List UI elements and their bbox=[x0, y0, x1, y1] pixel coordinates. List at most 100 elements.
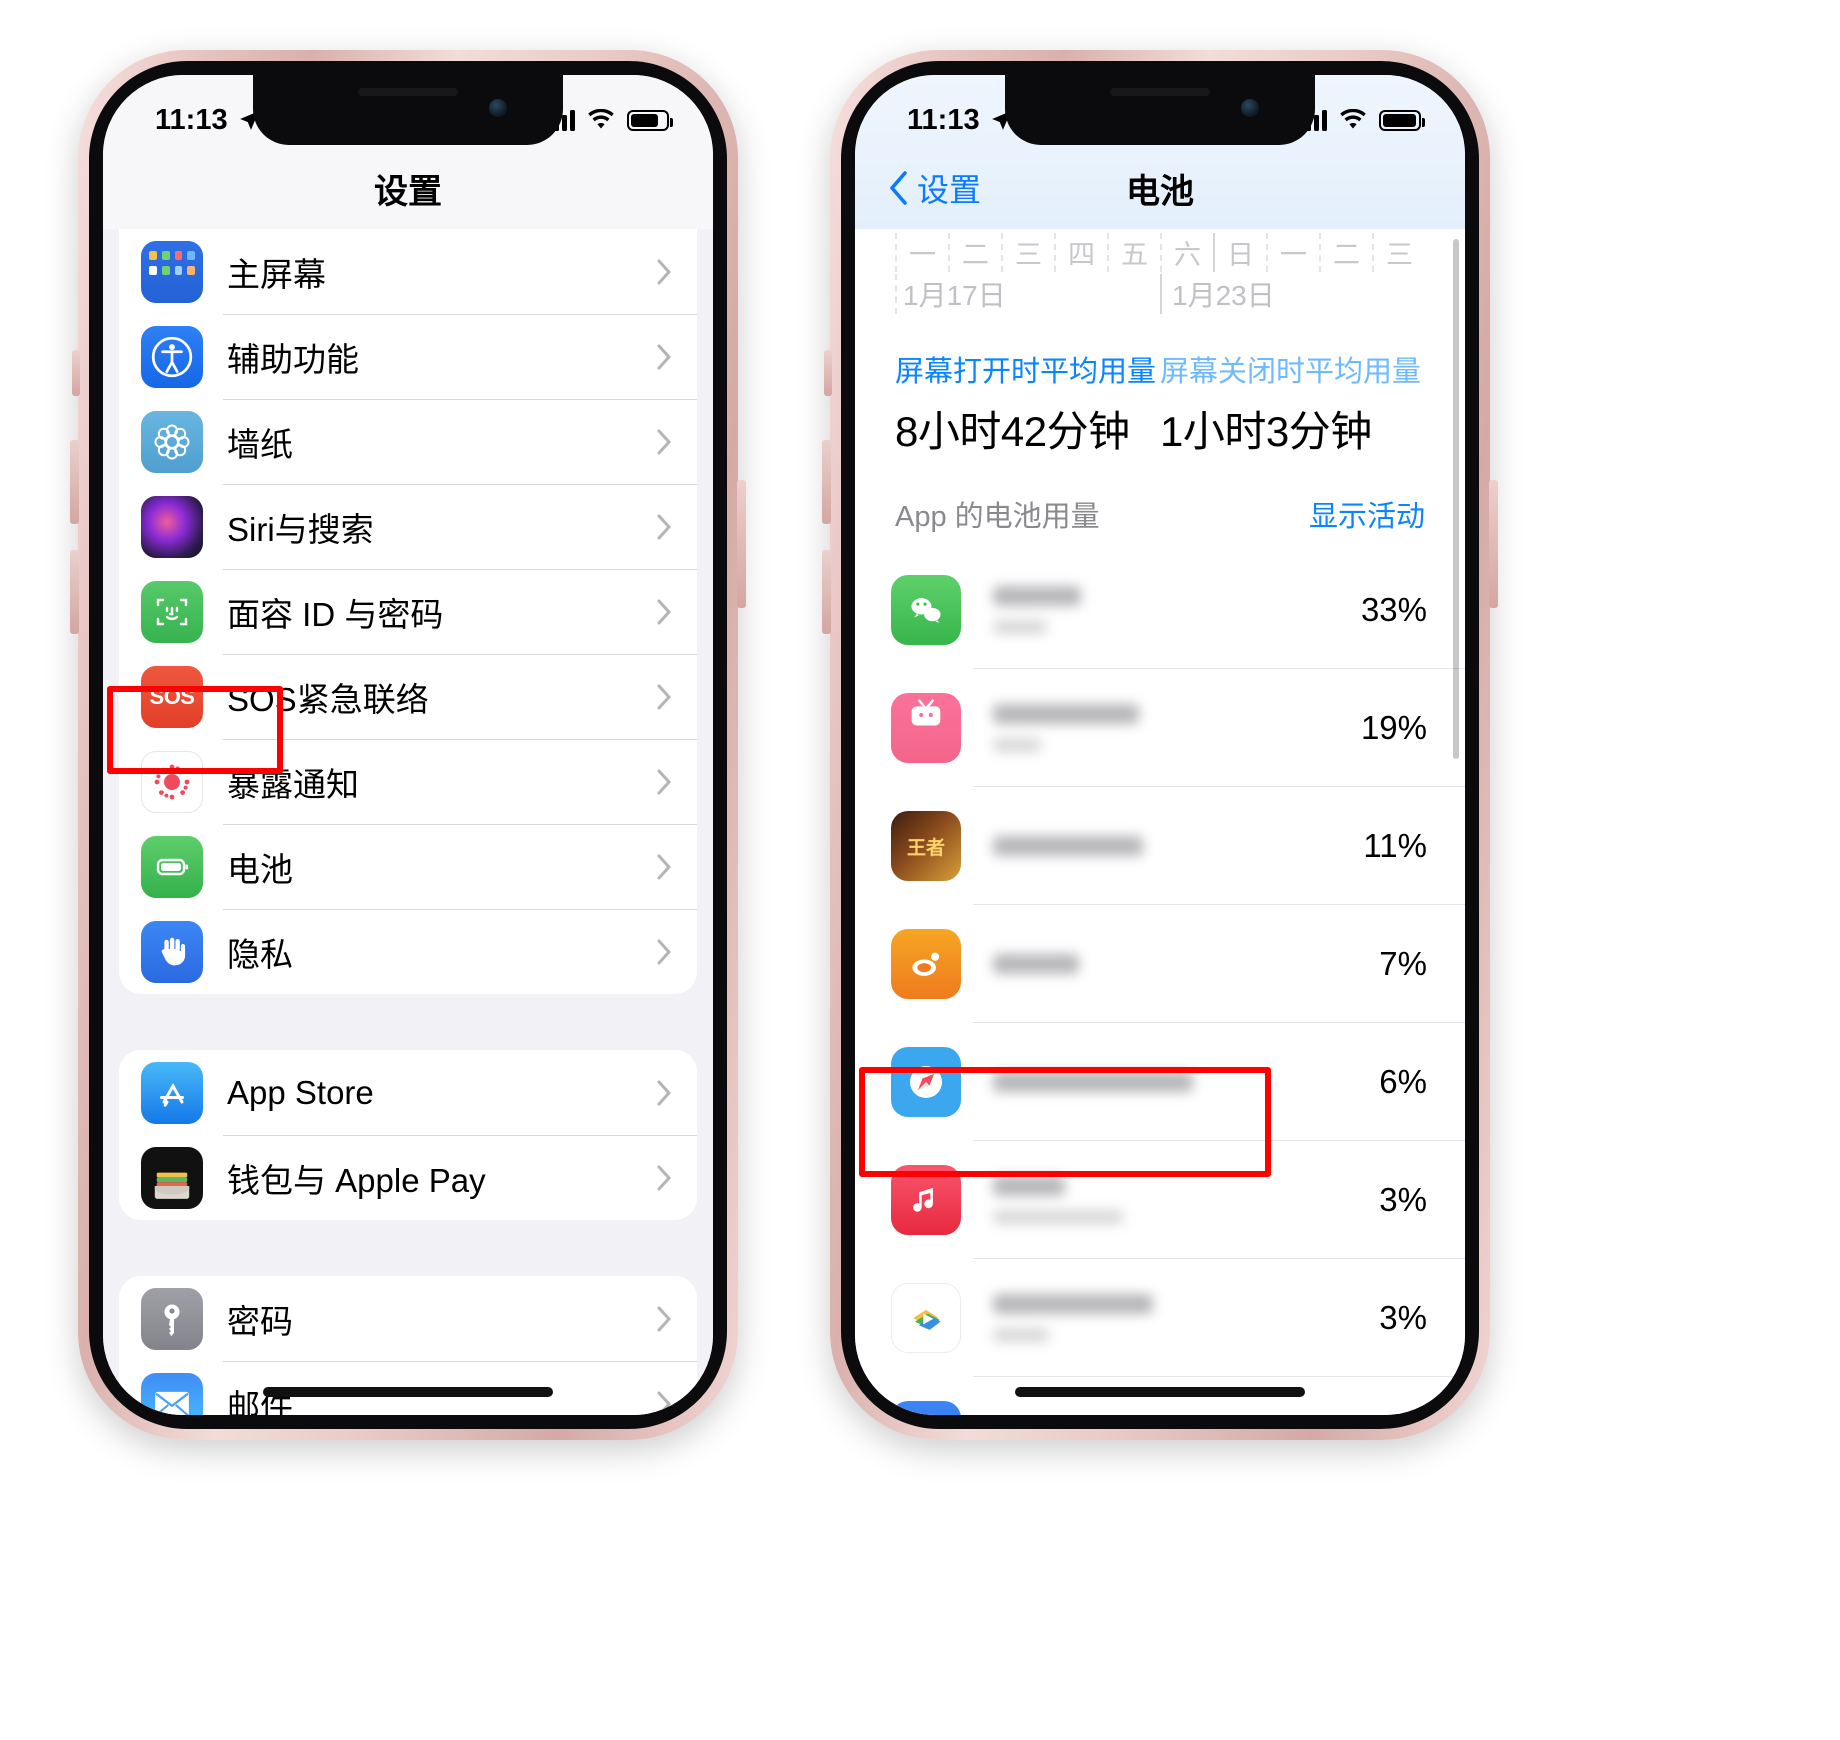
privacy-hand-icon bbox=[141, 920, 203, 983]
list-item[interactable]: 33% bbox=[855, 551, 1465, 669]
earpiece-speaker bbox=[358, 88, 458, 96]
weekday-label: 三 bbox=[1001, 233, 1054, 272]
show-activity-button[interactable]: 显示活动 bbox=[1309, 493, 1425, 535]
weekday-label: 六 bbox=[1160, 233, 1213, 272]
exposure-notification-icon bbox=[141, 750, 203, 813]
right-phone: 11:13 设置 电池 一 二 三 四 五 六 日 一 二 三 1月17日 1月… bbox=[822, 50, 1498, 1440]
status-left: 11:13 bbox=[907, 104, 1014, 137]
tencent-video-icon bbox=[891, 1283, 961, 1353]
chart-start-date: 1月17日 bbox=[895, 274, 1160, 314]
home-screen-icon bbox=[141, 240, 203, 303]
front-camera bbox=[1241, 99, 1259, 117]
battery-percent: 19% bbox=[1360, 709, 1427, 746]
wifi-icon bbox=[1340, 109, 1366, 129]
chevron-right-icon bbox=[657, 429, 671, 454]
apple-music-icon bbox=[891, 1165, 961, 1235]
chevron-right-icon bbox=[657, 684, 671, 709]
sidebar-item-app-store[interactable]: App Store bbox=[119, 1050, 697, 1135]
app-battery-list[interactable]: 33% 19% 王者 11% 7% 6% 3% 3% bbox=[855, 551, 1465, 1415]
chart-date-row: 1月17日 1月23日 bbox=[895, 272, 1425, 314]
list-item[interactable]: 7% bbox=[855, 905, 1465, 1023]
screen-on-value: 8小时42分钟 bbox=[895, 408, 1130, 455]
row-label: 辅助功能 bbox=[227, 340, 359, 378]
chevron-right-icon bbox=[657, 1080, 671, 1105]
back-button[interactable]: 设置 bbox=[889, 165, 981, 211]
section-title: App 的电池用量 bbox=[895, 501, 1100, 533]
row-label: SOS紧急联络 bbox=[227, 680, 429, 718]
battery-percent: 11% bbox=[1363, 827, 1427, 864]
chevron-right-icon bbox=[657, 854, 671, 879]
sidebar-item-wallpaper[interactable]: 墙纸 bbox=[119, 399, 697, 484]
home-and-lock-screen-icon bbox=[891, 1401, 961, 1415]
sidebar-item-home-screen[interactable]: 主屏幕 bbox=[119, 229, 697, 314]
chart-end-date: 1月23日 bbox=[1160, 274, 1425, 314]
list-item[interactable]: 3% bbox=[855, 1141, 1465, 1259]
volume-up-button[interactable] bbox=[822, 440, 831, 524]
power-button[interactable] bbox=[737, 480, 746, 608]
app-store-icon bbox=[141, 1061, 203, 1124]
chevron-right-icon bbox=[657, 939, 671, 964]
status-left: 11:13 bbox=[155, 104, 262, 137]
notch bbox=[1005, 75, 1315, 145]
back-label: 设置 bbox=[917, 172, 982, 208]
volume-down-button[interactable] bbox=[70, 550, 79, 634]
row-label: Siri与搜索 bbox=[227, 510, 374, 548]
home-indicator[interactable] bbox=[263, 1387, 553, 1397]
screen-off-title: 屏幕关闭时平均用量 bbox=[1160, 356, 1422, 388]
sos-icon-text: SOS bbox=[149, 683, 195, 709]
left-nav-bar: 设置 bbox=[103, 147, 713, 229]
sidebar-item-siri-search[interactable]: Siri与搜索 bbox=[119, 484, 697, 569]
sidebar-item-battery[interactable]: 电池 bbox=[119, 824, 697, 909]
sidebar-item-wallet-apple-pay[interactable]: 钱包与 Apple Pay bbox=[119, 1135, 697, 1220]
sidebar-item-exposure-notifications[interactable]: 暴露通知 bbox=[119, 739, 697, 824]
status-right bbox=[546, 109, 673, 131]
list-item[interactable]: 19% bbox=[855, 669, 1465, 787]
safari-icon bbox=[891, 1047, 961, 1117]
row-label: 隐私 bbox=[227, 935, 293, 973]
volume-up-button[interactable] bbox=[70, 440, 79, 524]
screenshot-stage: 11:13 设置 主屏幕 辅助功能 墙纸 Siri与搜索 面容 ID 与密码 S… bbox=[0, 0, 1840, 1740]
settings-list[interactable]: 主屏幕 辅助功能 墙纸 Siri与搜索 面容 ID 与密码 SOS SOS紧急联… bbox=[103, 229, 713, 1415]
battery-percent: 7% bbox=[1379, 945, 1427, 982]
battery-percent: 33% bbox=[1360, 591, 1427, 628]
battery-settings-icon bbox=[141, 835, 203, 898]
chevron-left-icon bbox=[890, 171, 907, 205]
list-item[interactable]: 3% bbox=[855, 1259, 1465, 1377]
vertical-scrollbar[interactable] bbox=[1453, 239, 1459, 759]
chevron-right-icon bbox=[657, 1165, 671, 1190]
page-title: 电池 bbox=[1126, 172, 1194, 211]
left-phone-screen: 11:13 设置 主屏幕 辅助功能 墙纸 Siri与搜索 面容 ID 与密码 S… bbox=[103, 75, 713, 1415]
battery-percent: 3% bbox=[1379, 1181, 1427, 1218]
list-item[interactable]: 王者 11% bbox=[855, 787, 1465, 905]
battery-content[interactable]: 一 二 三 四 五 六 日 一 二 三 1月17日 1月23日 屏幕打开时平均用… bbox=[855, 229, 1465, 1415]
chevron-right-icon bbox=[657, 514, 671, 539]
passwords-key-icon bbox=[141, 1287, 203, 1350]
mail-icon bbox=[141, 1372, 203, 1415]
sidebar-item-accessibility[interactable]: 辅助功能 bbox=[119, 314, 697, 399]
settings-group-store: App Store 钱包与 Apple Pay bbox=[119, 1050, 697, 1220]
row-label: 墙纸 bbox=[227, 425, 293, 463]
mute-switch[interactable] bbox=[72, 350, 80, 396]
sidebar-item-passwords[interactable]: 密码 bbox=[119, 1276, 697, 1361]
mute-switch[interactable] bbox=[824, 350, 832, 396]
app-name-redacted bbox=[993, 954, 1345, 974]
app-name-redacted bbox=[993, 1072, 1345, 1092]
sidebar-item-face-id[interactable]: 面容 ID 与密码 bbox=[119, 569, 697, 654]
sidebar-item-emergency-sos[interactable]: SOS SOS紧急联络 bbox=[119, 654, 697, 739]
app-name-redacted bbox=[993, 1176, 1345, 1224]
power-button[interactable] bbox=[1489, 480, 1498, 608]
left-phone: 11:13 设置 主屏幕 辅助功能 墙纸 Siri与搜索 面容 ID 与密码 S… bbox=[70, 50, 746, 1440]
notch bbox=[253, 75, 563, 145]
sidebar-item-privacy[interactable]: 隐私 bbox=[119, 909, 697, 994]
volume-down-button[interactable] bbox=[822, 550, 831, 634]
row-label: 电池 bbox=[227, 850, 293, 888]
settings-group-system: 主屏幕 辅助功能 墙纸 Siri与搜索 面容 ID 与密码 SOS SOS紧急联… bbox=[119, 229, 697, 994]
home-indicator[interactable] bbox=[1015, 1387, 1305, 1397]
row-label: 密码 bbox=[227, 1302, 293, 1340]
row-label: 邮件 bbox=[227, 1387, 293, 1416]
weekday-label: 五 bbox=[1107, 233, 1160, 272]
list-item[interactable]: 6% bbox=[855, 1023, 1465, 1141]
row-label: App Store bbox=[227, 1073, 374, 1111]
